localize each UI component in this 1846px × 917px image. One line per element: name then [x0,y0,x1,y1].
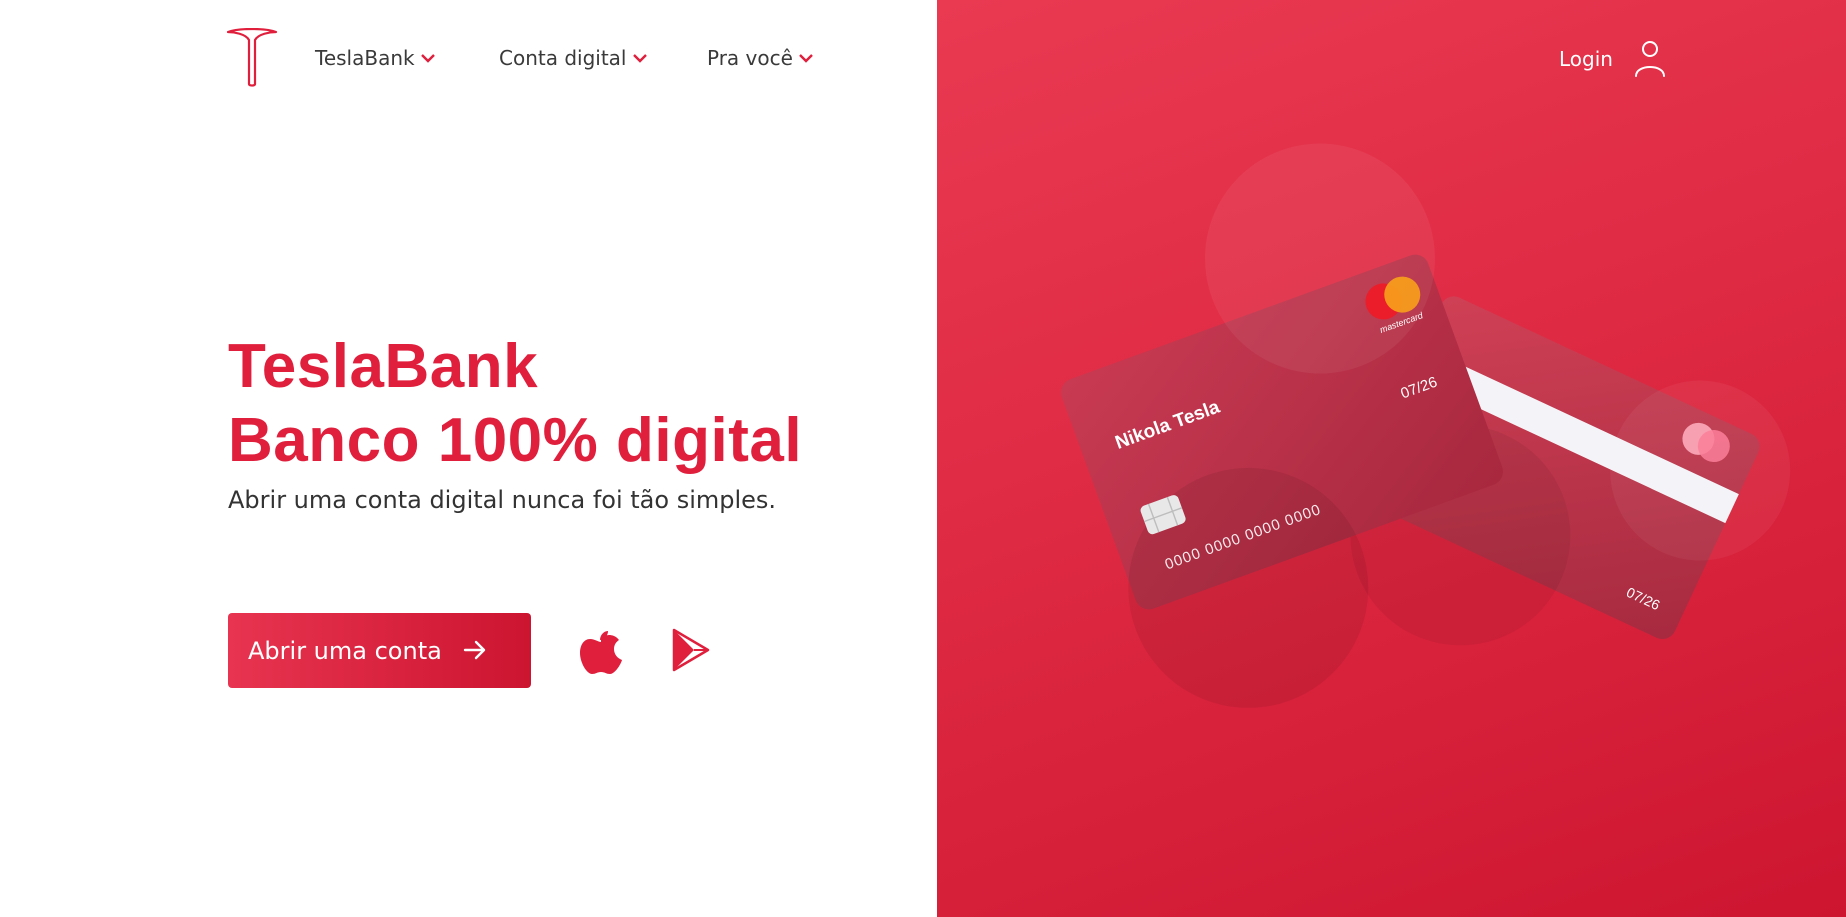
nav-item-pra-voce[interactable]: Pra você [707,46,813,70]
chevron-down-icon [632,54,647,63]
arrow-right-icon [463,640,486,660]
login-button[interactable]: Login [1559,40,1667,78]
apple-icon[interactable] [580,627,622,675]
user-icon [1634,41,1665,77]
hero-title-line1: TeslaBank [228,332,539,401]
google-play-icon[interactable] [672,628,710,672]
nav-item-conta-digital[interactable]: Conta digital [499,46,647,70]
nav-item-teslabank[interactable]: TeslaBank [315,46,435,70]
nav-item-label: Conta digital [499,46,627,70]
credit-cards-illustration: edito 2468 07/26 mastercard Nikola Tesla… [1060,143,1791,708]
chevron-down-icon [799,54,813,63]
teslabank-logo[interactable] [226,28,278,88]
login-label: Login [1559,47,1613,71]
card-front: mastercard Nikola Tesla 07/26 0000 0000 … [1060,143,1504,708]
hero-title-line2: Banco 100% digital [228,406,803,475]
nav-item-label: TeslaBank [315,46,415,70]
hero-visual-panel: edito 2468 07/26 mastercard Nikola Tesla… [937,0,1846,917]
open-account-button[interactable]: Abrir uma conta [228,613,531,688]
nav-item-label: Pra você [707,46,793,70]
hero-subtitle: Abrir uma conta digital nunca foi tão si… [228,486,777,514]
open-account-label: Abrir uma conta [248,636,442,665]
chevron-down-icon [420,54,435,63]
hero-title: TeslaBank Banco 100% digital [228,330,802,478]
